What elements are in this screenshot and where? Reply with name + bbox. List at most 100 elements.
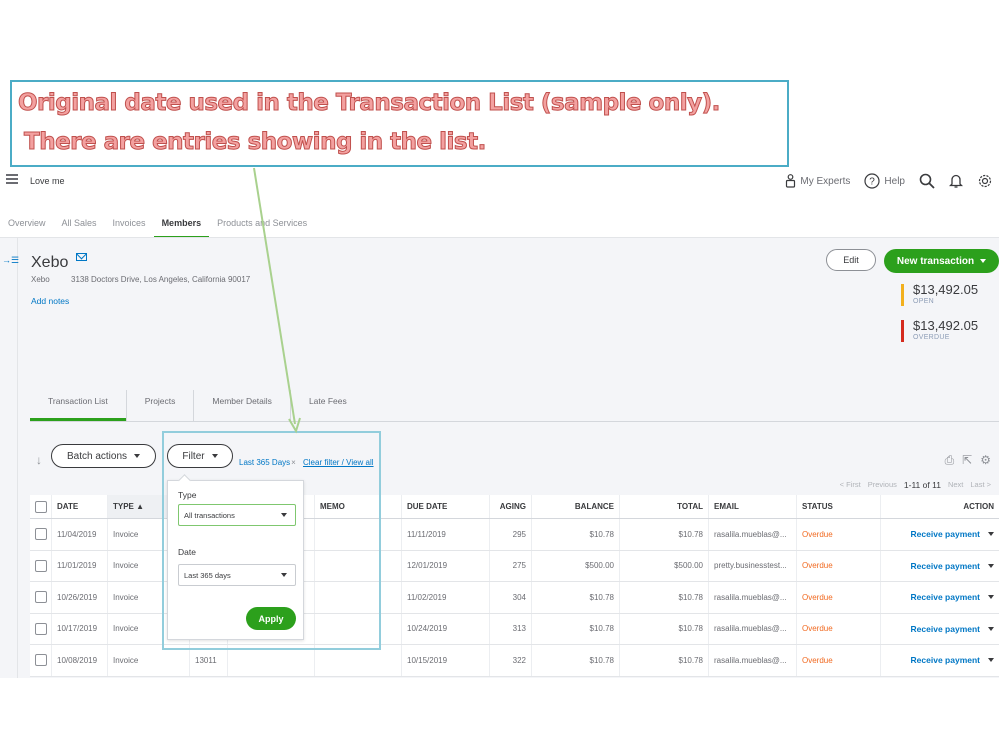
cell-status: Overdue bbox=[797, 582, 881, 613]
row-checkbox[interactable] bbox=[34, 622, 47, 635]
cell-status: Overdue bbox=[797, 645, 881, 676]
search-icon[interactable] bbox=[919, 173, 935, 189]
overdue-amount: $13,492.05 bbox=[913, 318, 979, 333]
tab-transaction-list[interactable]: Transaction List bbox=[30, 390, 126, 421]
cell-balance: $10.78 bbox=[532, 645, 620, 676]
expand-list-icon[interactable]: →☰ bbox=[2, 255, 19, 266]
email-icon[interactable] bbox=[76, 253, 87, 261]
add-notes-link[interactable]: Add notes bbox=[31, 296, 69, 306]
tab-products-services[interactable]: Products and Services bbox=[209, 214, 315, 238]
annotation-line-2: There are entries showing in the list. bbox=[24, 129, 487, 156]
cell-due-date: 10/15/2019 bbox=[402, 645, 490, 676]
receive-payment-link[interactable]: Receive payment bbox=[911, 655, 980, 665]
select-all-checkbox[interactable] bbox=[34, 500, 47, 513]
batch-actions-button[interactable]: Batch actions bbox=[51, 444, 156, 468]
sort-arrow-icon[interactable]: ↓ bbox=[36, 453, 42, 467]
gear-icon[interactable] bbox=[977, 173, 993, 189]
company-name: Love me bbox=[30, 176, 65, 186]
cell-status: Overdue bbox=[797, 519, 881, 550]
export-icon[interactable]: ⇱ bbox=[962, 453, 972, 468]
help-label: Help bbox=[884, 175, 905, 187]
receive-payment-link[interactable]: Receive payment bbox=[911, 624, 980, 634]
cell-date: 11/04/2019 bbox=[52, 519, 108, 550]
row-checkbox[interactable] bbox=[34, 591, 47, 604]
tab-member-details[interactable]: Member Details bbox=[193, 390, 290, 421]
action-group: Receive payment bbox=[911, 624, 994, 634]
chevron-down-icon[interactable] bbox=[988, 658, 994, 663]
edit-button[interactable]: Edit bbox=[826, 249, 876, 271]
tab-projects[interactable]: Projects bbox=[125, 390, 194, 421]
cell-due-date: 12/01/2019 bbox=[402, 550, 490, 581]
cell-status: Overdue bbox=[797, 550, 881, 581]
first-page-link[interactable]: < First bbox=[840, 480, 861, 490]
cell-status: Overdue bbox=[797, 613, 881, 644]
cell-due-date: 11/11/2019 bbox=[402, 519, 490, 550]
col-total[interactable]: TOTAL bbox=[620, 495, 709, 518]
chevron-down-icon[interactable] bbox=[988, 595, 994, 600]
col-email[interactable]: EMAIL bbox=[709, 495, 797, 518]
tab-all-sales[interactable]: All Sales bbox=[54, 214, 105, 238]
next-page-link[interactable]: Next bbox=[948, 480, 963, 490]
cell-aging: 275 bbox=[490, 550, 532, 581]
col-date[interactable]: DATE bbox=[52, 495, 108, 518]
tab-late-fees[interactable]: Late Fees bbox=[289, 390, 365, 421]
my-experts-button[interactable]: My Experts bbox=[785, 174, 850, 188]
row-select-cell bbox=[30, 519, 52, 550]
action-group: Receive payment bbox=[911, 655, 994, 665]
receive-payment-link[interactable]: Receive payment bbox=[911, 561, 980, 571]
cell-email: rasalila.mueblas@... bbox=[709, 519, 797, 550]
my-experts-label: My Experts bbox=[800, 175, 851, 187]
receive-payment-link[interactable]: Receive payment bbox=[911, 529, 980, 539]
pagination: < First Previous 1-11 of 11 Next Last > bbox=[840, 480, 991, 490]
row-checkbox[interactable] bbox=[34, 528, 47, 541]
cell-balance: $10.78 bbox=[532, 582, 620, 613]
row-checkbox[interactable] bbox=[34, 559, 47, 572]
help-button[interactable]: ? Help bbox=[864, 173, 905, 189]
row-select-cell bbox=[30, 550, 52, 581]
chevron-down-icon bbox=[134, 454, 141, 458]
open-amount: $13,492.05 bbox=[913, 282, 979, 297]
tab-overview[interactable]: Overview bbox=[0, 214, 54, 238]
top-actions: My Experts ? Help bbox=[785, 168, 999, 194]
col-aging[interactable]: AGING bbox=[490, 495, 532, 518]
annotation-highlight-box bbox=[162, 431, 381, 650]
row-checkbox[interactable] bbox=[34, 654, 47, 667]
last-page-link[interactable]: Last > bbox=[970, 480, 991, 490]
menu-icon[interactable] bbox=[6, 174, 18, 184]
overdue-indicator bbox=[901, 320, 904, 342]
batch-actions-label: Batch actions bbox=[66, 450, 128, 462]
overdue-label: OVERDUE bbox=[913, 334, 950, 341]
action-group: Receive payment bbox=[911, 561, 994, 571]
col-due-date[interactable]: DUE DATE bbox=[402, 495, 490, 518]
cell-date: 10/17/2019 bbox=[52, 613, 108, 644]
cell-total: $10.78 bbox=[620, 519, 709, 550]
cell-total: $10.78 bbox=[620, 582, 709, 613]
gear-icon[interactable]: ⚙ bbox=[980, 453, 991, 468]
tab-members[interactable]: Members bbox=[153, 214, 210, 238]
print-icon[interactable]: ⎙ bbox=[945, 453, 955, 468]
row-select-cell bbox=[30, 613, 52, 644]
new-transaction-button[interactable]: New transaction bbox=[884, 249, 999, 273]
bell-icon[interactable] bbox=[949, 173, 963, 189]
cell-balance: $500.00 bbox=[532, 550, 620, 581]
cell-date: 11/01/2019 bbox=[52, 550, 108, 581]
chevron-down-icon[interactable] bbox=[988, 563, 994, 568]
top-bar: Love me My Experts ? Help bbox=[0, 168, 999, 194]
col-status[interactable]: STATUS bbox=[797, 495, 881, 518]
new-transaction-label: New transaction bbox=[896, 255, 975, 267]
previous-page-link[interactable]: Previous bbox=[868, 480, 897, 490]
tab-invoices[interactable]: Invoices bbox=[105, 214, 154, 238]
col-balance[interactable]: BALANCE bbox=[532, 495, 620, 518]
chevron-down-icon[interactable] bbox=[988, 626, 994, 631]
action-group: Receive payment bbox=[911, 592, 994, 602]
row-select-cell bbox=[30, 582, 52, 613]
cell-email: pretty.businesstest... bbox=[709, 550, 797, 581]
cell-action: Receive payment bbox=[881, 582, 999, 613]
open-indicator bbox=[901, 284, 904, 306]
svg-text:?: ? bbox=[870, 177, 876, 188]
receive-payment-link[interactable]: Receive payment bbox=[911, 592, 980, 602]
select-all-cell bbox=[30, 495, 52, 518]
row-select-cell bbox=[30, 645, 52, 676]
cell-total: $10.78 bbox=[620, 645, 709, 676]
chevron-down-icon[interactable] bbox=[988, 532, 994, 537]
